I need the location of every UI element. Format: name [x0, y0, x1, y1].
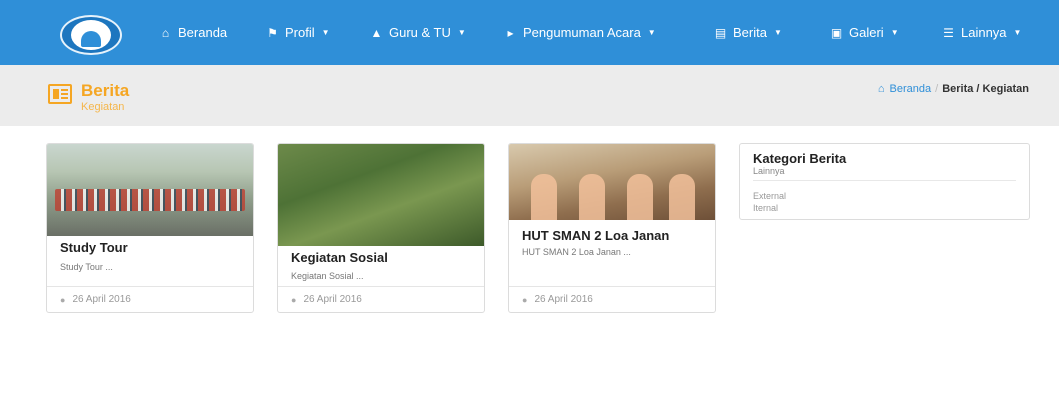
category-link-iternal[interactable]: Iternal: [753, 203, 778, 213]
graduation-cap-icon: ▲: [370, 25, 383, 40]
sidebar-subtitle: Lainnya: [753, 166, 785, 176]
news-card-excerpt: HUT SMAN 2 Loa Janan ...: [522, 247, 631, 257]
breadcrumb-current: Berita / Kegiatan: [942, 83, 1029, 95]
news-card-footer: ● 26 April 2016: [509, 286, 715, 312]
nav-item-label: Beranda: [178, 25, 228, 40]
nav-item-label: Profil: [285, 25, 315, 40]
divider: [753, 180, 1016, 181]
person-figure: [531, 174, 557, 220]
breadcrumb-home-label: Beranda: [889, 83, 932, 95]
caret-down-icon: ▼: [647, 28, 656, 37]
home-icon: ⌂: [161, 25, 170, 40]
news-card-hut-sman[interactable]: HUT SMAN 2 Loa Janan HUT SMAN 2 Loa Jana…: [508, 143, 716, 313]
nav-item-beranda[interactable]: ⌂ Beranda: [159, 25, 227, 40]
news-card-excerpt: Study Tour ...: [60, 262, 113, 272]
nav-item-label: Berita: [733, 25, 767, 40]
nav-item-label: Galeri: [849, 25, 884, 40]
caret-down-icon: ▼: [890, 28, 899, 37]
person-figure: [627, 174, 653, 220]
caret-down-icon: ▼: [773, 28, 782, 37]
group-photo-people: [55, 189, 245, 211]
top-navbar: ⌂ Beranda ⚑ Profil ▼ ▲ Guru & TU ▼ ▸ Pen…: [0, 0, 1059, 65]
news-card-image[interactable]: [509, 144, 715, 220]
person-figure: [579, 174, 605, 220]
newspaper-icon: ▤: [714, 25, 727, 40]
user-icon: ●: [522, 294, 528, 305]
breadcrumb-separator: /: [935, 83, 939, 95]
nav-item-galeri[interactable]: ▣ Galeri ▼: [830, 25, 899, 40]
news-card-date: 26 April 2016: [72, 294, 131, 305]
breadcrumb: ⌂ Beranda / Berita / Kegiatan: [878, 83, 1029, 95]
page-subtitle: Kegiatan: [81, 101, 125, 113]
nav-item-label: Guru & TU: [389, 25, 451, 40]
nav-item-berita[interactable]: ▤ Berita ▼: [714, 25, 782, 40]
category-sidebar: Kategori Berita Lainnya External Iternal: [739, 143, 1030, 220]
news-card-image[interactable]: [47, 144, 253, 236]
news-card-footer: ● 26 April 2016: [278, 286, 484, 312]
news-card-kegiatan-sosial[interactable]: Kegiatan Sosial Kegiatan Sosial ... ● 26…: [277, 143, 485, 313]
news-card-title[interactable]: HUT SMAN 2 Loa Janan: [522, 228, 669, 243]
newspaper-icon: [48, 84, 72, 104]
school-logo[interactable]: [60, 15, 122, 55]
person-figure: [669, 174, 695, 220]
caret-down-icon: ▼: [1013, 28, 1022, 37]
home-icon: ⌂: [877, 83, 885, 95]
news-card-title[interactable]: Study Tour: [60, 240, 128, 255]
news-card-image[interactable]: [278, 144, 484, 246]
page-header-banner: Berita Kegiatan ⌂ Beranda / Berita / Keg…: [0, 65, 1059, 126]
nav-item-lainnya[interactable]: ☰ Lainnya ▼: [942, 25, 1021, 40]
flag-icon: ⚑: [267, 25, 278, 40]
sidebar-title: Kategori Berita: [753, 151, 847, 166]
news-card-date: 26 April 2016: [534, 294, 593, 305]
caret-down-icon: ▼: [457, 28, 466, 37]
user-icon: ●: [60, 294, 66, 305]
page-title: Berita: [81, 81, 130, 100]
image-icon: ▣: [830, 25, 843, 40]
nav-item-label: Pengumuman Acara: [523, 25, 641, 40]
nav-item-profil[interactable]: ⚑ Profil ▼: [266, 25, 330, 40]
news-card-title[interactable]: Kegiatan Sosial: [291, 250, 388, 265]
nav-item-pengumuman-acara[interactable]: ▸ Pengumuman Acara ▼: [504, 25, 656, 40]
nav-item-guru-tu[interactable]: ▲ Guru & TU ▼: [370, 25, 466, 40]
news-card-footer: ● 26 April 2016: [47, 286, 253, 312]
logo-emblem: [71, 20, 111, 50]
caret-down-icon: ▼: [321, 28, 330, 37]
bullhorn-icon: ▸: [507, 25, 514, 40]
nav-menu: ⌂ Beranda ⚑ Profil ▼ ▲ Guru & TU ▼ ▸ Pen…: [140, 0, 1059, 65]
category-link-external[interactable]: External: [753, 191, 786, 201]
nav-item-label: Lainnya: [961, 25, 1007, 40]
user-icon: ●: [291, 294, 297, 305]
list-icon: ☰: [943, 25, 954, 40]
news-card-study-tour[interactable]: Study Tour Study Tour ... ● 26 April 201…: [46, 143, 254, 313]
news-card-date: 26 April 2016: [303, 294, 362, 305]
news-card-excerpt: Kegiatan Sosial ...: [291, 271, 364, 281]
breadcrumb-home-link[interactable]: ⌂ Beranda: [878, 83, 931, 95]
